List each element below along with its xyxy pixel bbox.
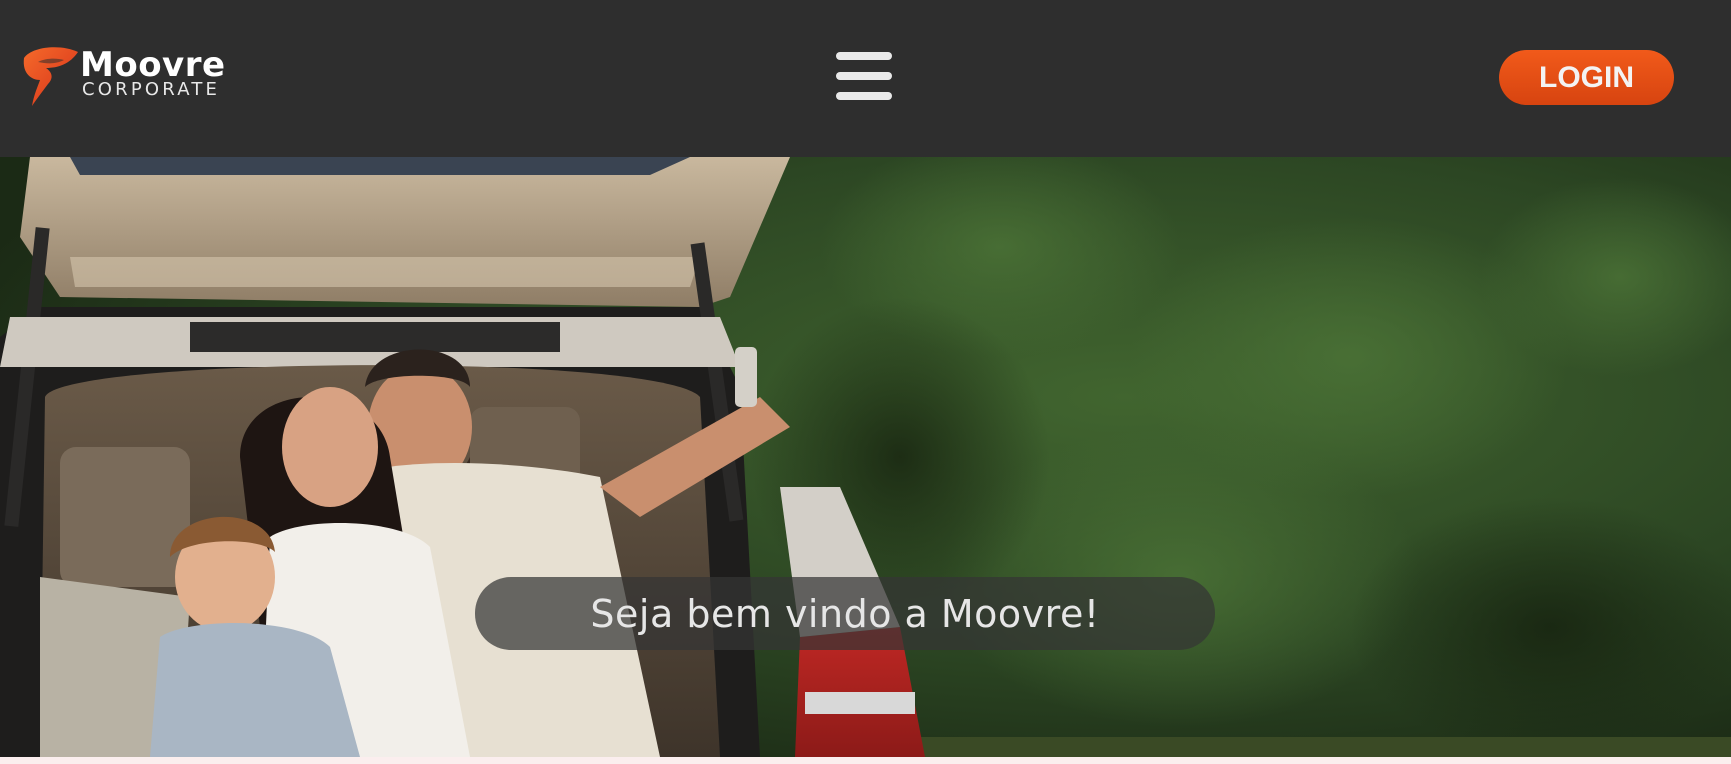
moovre-logo-icon — [23, 47, 78, 106]
hero-banner: Seja bem vindo a Moovre! — [0, 157, 1731, 757]
brand-logo[interactable]: Moovre CORPORATE — [18, 44, 233, 108]
welcome-banner: Seja bem vindo a Moovre! — [475, 577, 1215, 650]
page-bottom-strip — [0, 757, 1731, 764]
logo-subtitle: CORPORATE — [82, 79, 221, 100]
top-navigation-bar: Moovre CORPORATE LOGIN — [0, 0, 1731, 157]
hero-family-car-illustration — [0, 157, 1731, 757]
login-button[interactable]: LOGIN — [1499, 50, 1674, 105]
hamburger-menu-icon[interactable] — [834, 50, 894, 102]
